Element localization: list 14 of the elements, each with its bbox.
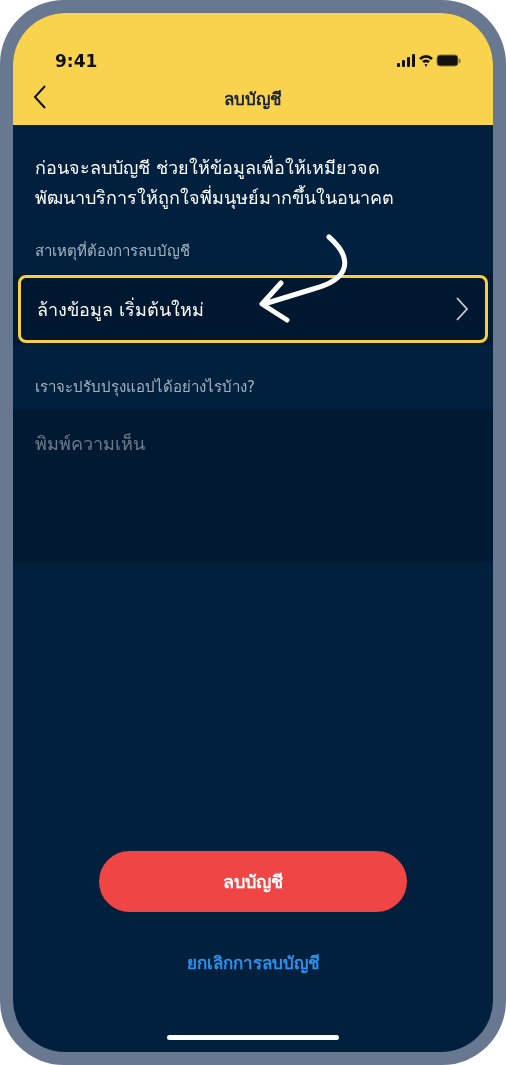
intro-text: ก่อนจะลบบัญชี ช่วยให้ข้อมูลเพื่อให้เหมียวจด พัฒนาบริการให้ถูกใจพี่มนุษย์มากขึ้นในอนาคต [35, 154, 395, 211]
reason-label: สาเหตุที่ต้องการลบบัญชี [35, 240, 191, 263]
battery-icon [436, 54, 461, 67]
wifi-icon [419, 55, 433, 67]
reason-select[interactable]: ล้างข้อมูล เริ่มต้นใหม่ [18, 275, 488, 343]
feedback-label: เราจะปรับปรุงแอปได้อย่างไรบ้าง? [35, 377, 256, 399]
cancel-link[interactable]: ยกเลิกการลบบัญชี [180, 948, 326, 977]
page-title: ลบบัญชี [224, 87, 282, 112]
delete-account-button[interactable]: ลบบัญชี [99, 851, 407, 912]
chevron-right-icon [455, 296, 469, 322]
back-button[interactable] [33, 84, 47, 110]
signal-icon [397, 54, 415, 67]
status-time: 9:41 [55, 51, 98, 71]
comment-field[interactable]: พิมพ์ความเห็น [13, 409, 493, 562]
